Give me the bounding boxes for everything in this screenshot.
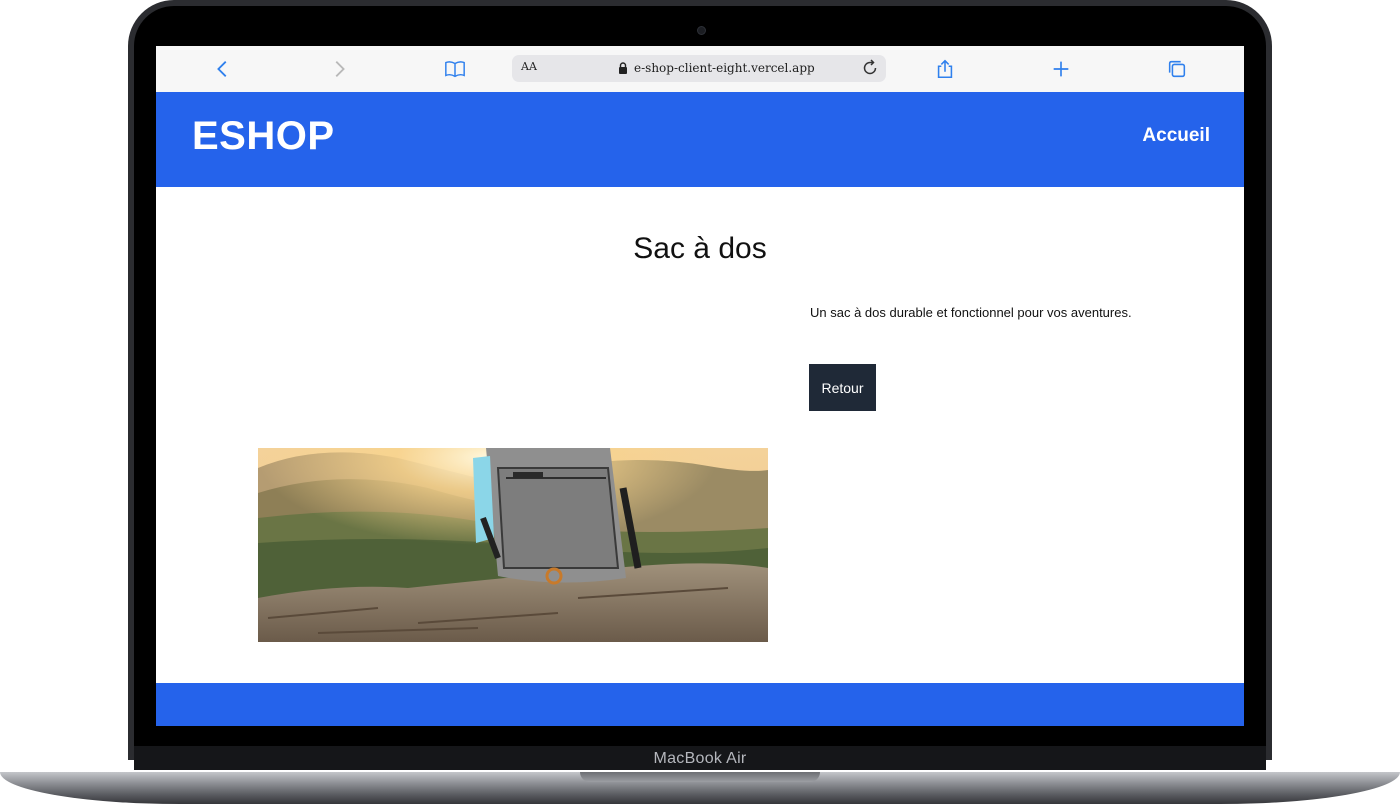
url-text: e-shop-client-eight.vercel.app <box>634 61 815 75</box>
product-description: Un sac à dos durable et fonctionnel pour… <box>810 305 1132 320</box>
camera-icon <box>697 26 706 35</box>
browser-screen: AA e-shop-client-eight.vercel.app ESHOP … <box>156 46 1244 726</box>
tabs-icon[interactable] <box>1164 56 1190 82</box>
browser-toolbar: AA e-shop-client-eight.vercel.app <box>156 46 1244 93</box>
device-label: MacBook Air <box>653 750 747 767</box>
site-footer <box>156 683 1244 726</box>
site-header: ESHOP Accueil <box>156 92 1244 187</box>
laptop-notch <box>580 772 820 782</box>
book-icon[interactable] <box>442 56 468 82</box>
reload-icon[interactable] <box>860 58 880 78</box>
chevron-right-icon[interactable] <box>326 56 352 82</box>
address-bar[interactable]: AA e-shop-client-eight.vercel.app <box>512 55 886 82</box>
chevron-left-icon[interactable] <box>210 56 236 82</box>
site-logo[interactable]: ESHOP <box>192 114 335 159</box>
nav-home-link[interactable]: Accueil <box>1142 125 1210 147</box>
product-image <box>258 448 768 642</box>
text-size-button[interactable]: AA <box>521 60 537 73</box>
product-title: Sac à dos <box>633 232 767 265</box>
lock-icon <box>619 62 627 74</box>
backpack-photo <box>258 448 768 642</box>
plus-icon[interactable] <box>1048 56 1074 82</box>
back-button[interactable]: Retour <box>809 364 876 411</box>
share-icon[interactable] <box>932 56 958 82</box>
